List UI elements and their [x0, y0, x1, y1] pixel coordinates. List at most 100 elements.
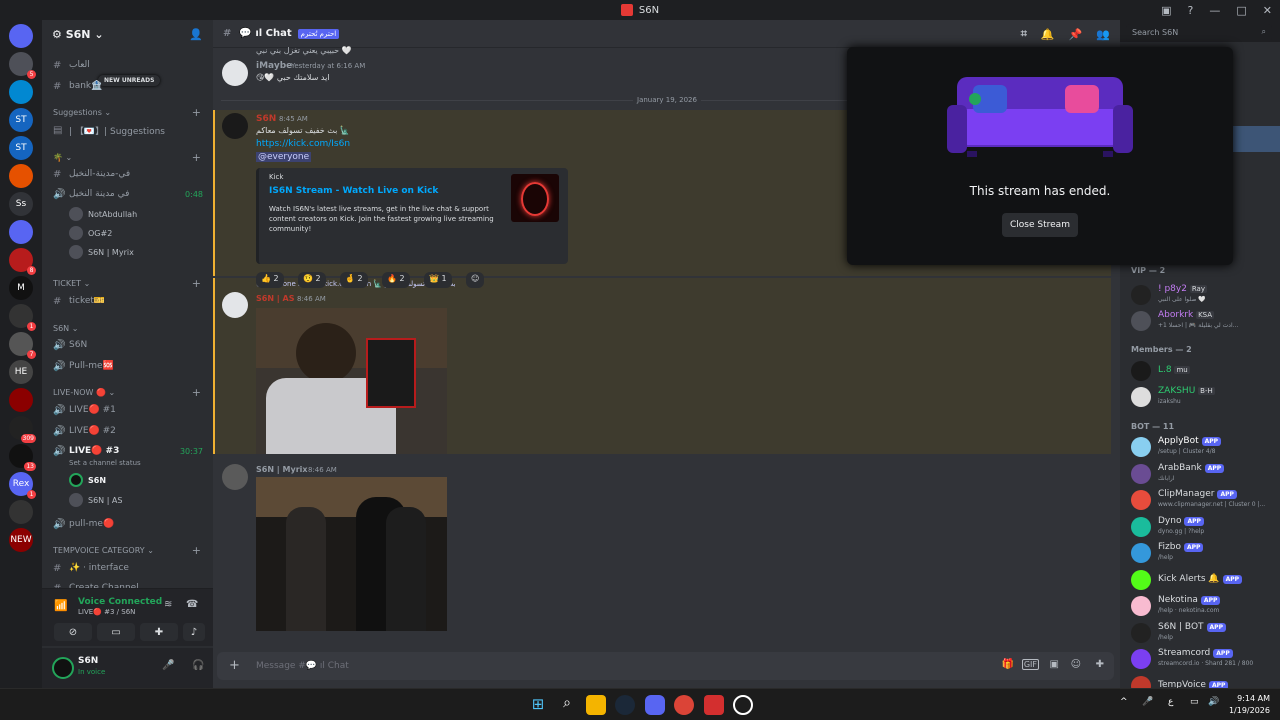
gift-icon[interactable]: 🎁 — [1002, 659, 1014, 670]
server-7[interactable]: 7 — [9, 332, 36, 359]
server-he[interactable]: HE — [9, 360, 33, 384]
avatar[interactable] — [52, 657, 74, 679]
channel-interface[interactable]: # ✨ · interface — [42, 558, 213, 578]
message-author[interactable]: S6N | Myrix — [256, 465, 308, 474]
server-8[interactable] — [9, 388, 33, 412]
server-1[interactable]: 5 — [9, 52, 36, 79]
image-attachment[interactable] — [256, 308, 447, 454]
category-s6n[interactable]: S6N ⌄ — [53, 324, 78, 333]
channel-live-2[interactable]: 🔊 LIVE🔴 #2 — [42, 421, 213, 441]
windows-start-icon[interactable]: ⊞ — [528, 695, 548, 715]
noise-suppression-icon[interactable]: ≋ — [164, 599, 172, 610]
member-item[interactable]: L.8 mu — [1131, 358, 1280, 384]
add-reaction-icon[interactable]: ☺ — [466, 272, 485, 288]
activities-button[interactable]: ✚ — [140, 623, 178, 641]
add-channel-icon[interactable]: + — [192, 151, 201, 164]
channel-pull-me[interactable]: 🔊 Pull-me🆘 — [42, 356, 213, 376]
member-item-bot[interactable]: Dyno APP dyno.gg | ?help — [1131, 514, 1280, 540]
server-5[interactable]: 8 — [9, 248, 36, 275]
chevron-up-icon[interactable]: ^ — [1120, 697, 1128, 707]
category-tempvoice[interactable]: TEMPVOICE CATEGORY ⌄ — [53, 546, 154, 555]
message-author[interactable]: S6N — [256, 114, 276, 124]
sticker-icon[interactable]: ▣ — [1050, 659, 1059, 670]
app-icon[interactable] — [733, 695, 753, 715]
pin-icon[interactable]: 📌 — [1069, 28, 1083, 41]
message-link[interactable]: https://kick.com/Is6n — [256, 139, 350, 149]
server-m[interactable]: M — [9, 276, 33, 300]
server-st1[interactable]: ST — [9, 108, 33, 132]
file-explorer-icon[interactable] — [586, 695, 606, 715]
add-channel-icon[interactable]: + — [192, 277, 201, 290]
member-item[interactable]: ZAKSHU B-H izakshu — [1131, 384, 1280, 410]
message-author[interactable]: S6N | AS — [256, 294, 294, 303]
server-st2[interactable]: ST — [9, 136, 33, 160]
gif-icon[interactable]: GIF — [1021, 659, 1039, 670]
search-input[interactable]: Search S6N ⌕ — [1126, 24, 1272, 42]
member-item[interactable]: ! p8y2 Ray صلوا على النبي 🤍 — [1131, 282, 1280, 308]
emoji-icon[interactable]: ☺ — [1071, 659, 1081, 670]
voice-user[interactable]: OG#2 — [69, 224, 112, 242]
maximize-button[interactable]: □ — [1236, 4, 1246, 17]
channel-live-1[interactable]: 🔊 LIVE🔴 #1 — [42, 400, 213, 420]
channel-ticket[interactable]: # ticket🎫 — [42, 291, 213, 311]
add-member-icon[interactable]: 👤 — [189, 28, 203, 41]
server-4[interactable] — [9, 220, 33, 244]
steam-icon[interactable] — [615, 695, 635, 715]
avatar[interactable] — [222, 60, 248, 86]
close-button[interactable]: ✕ — [1263, 4, 1272, 17]
member-item-bot[interactable]: ClipManager APP www.clipmanager.net | Clus… — [1131, 487, 1280, 513]
close-stream-button[interactable]: Close Stream — [1002, 213, 1078, 237]
member-item-bot[interactable]: Nekotina APP/help · nekotina.com — [1131, 593, 1280, 619]
reaction-button[interactable]: 👑 1 — [424, 272, 452, 288]
app-icon[interactable] — [704, 695, 724, 715]
category-ticket[interactable]: TICKET ⌄ — [53, 279, 90, 288]
voice-user[interactable]: S6N | Myrix — [69, 243, 134, 261]
add-channel-icon[interactable]: + — [192, 544, 201, 557]
server-new[interactable]: NEW — [9, 528, 33, 552]
discord-icon[interactable] — [645, 695, 665, 715]
microphone-icon[interactable]: 🎤 — [162, 660, 174, 671]
category-palm[interactable]: 🌴 ⌄ — [53, 153, 72, 162]
channel-live-3[interactable]: 🔊 LIVE🔴 #3 30:37 — [42, 441, 213, 461]
reaction-button[interactable]: 🤞 2 — [340, 272, 368, 288]
channel-topic[interactable]: احترم تُحترم — [297, 28, 340, 39]
image-attachment[interactable] — [256, 477, 447, 631]
voice-user[interactable]: NotAbdullah — [69, 205, 137, 223]
member-item-bot[interactable]: ArabBank APP ارابانك — [1131, 461, 1280, 487]
server-10[interactable]: 13 — [9, 444, 36, 471]
member-item-bot[interactable]: Streamcord APP streamcord.io · Shard 281 /… — [1131, 646, 1280, 672]
chrome-icon[interactable] — [674, 695, 694, 715]
screen-share-button[interactable]: ▭ — [97, 623, 135, 641]
search-icon[interactable]: ⌕ — [557, 695, 577, 715]
server-3[interactable] — [9, 164, 33, 188]
channel-bank[interactable]: # bank🏦 — [42, 76, 213, 96]
member-list-icon[interactable]: 👥 — [1096, 28, 1110, 41]
member-item-bot[interactable]: TempVoice APP — [1131, 673, 1280, 688]
member-item[interactable]: Aborkrk KSA +1 ادت لي بقليلة 🎮 | احسلا..… — [1131, 308, 1280, 334]
avatar[interactable] — [222, 464, 248, 490]
set-channel-status[interactable]: Set a channel status — [69, 459, 141, 467]
channel-pull-me-2[interactable]: 🔊 pull-me🔴 — [42, 514, 213, 534]
avatar[interactable] — [222, 113, 248, 139]
headphones-icon[interactable]: 🎧 — [192, 660, 204, 671]
member-item-bot[interactable]: S6N | BOT APP/help — [1131, 620, 1280, 646]
add-attachment-icon[interactable]: + — [229, 658, 240, 673]
avatar[interactable] — [222, 292, 248, 318]
notification-bell-icon[interactable]: 🔔 — [1041, 28, 1055, 41]
message-author[interactable]: iMaybe — [256, 61, 292, 71]
volume-icon[interactable]: 🔊 — [1208, 697, 1219, 707]
reply-preview[interactable]: حبيبي يعني تغزل بني نبي 🤍 — [256, 46, 352, 55]
reaction-button[interactable]: 🤨 2 — [298, 272, 326, 288]
microphone-icon[interactable]: 🎤 — [1142, 697, 1153, 707]
server-2[interactable] — [9, 80, 33, 104]
apps-icon[interactable]: ✚ — [1096, 659, 1104, 670]
server-ss[interactable]: Ss — [9, 192, 33, 216]
add-channel-icon[interactable]: + — [192, 106, 201, 119]
guild-header[interactable]: ⚙ S6N ⌄ 👤 — [42, 20, 213, 48]
server-9[interactable]: 309 — [9, 416, 36, 443]
reaction-button[interactable]: 👍 2 — [256, 272, 284, 288]
embed-title[interactable]: IS6N Stream - Watch Live on Kick — [269, 186, 438, 196]
channel-palm-text[interactable]: # في-مدينة-النخيل — [42, 164, 213, 184]
voice-channel-path[interactable]: LIVE🔴 #3 / S6N — [78, 608, 135, 616]
disconnect-icon[interactable]: ☎ — [186, 599, 198, 610]
